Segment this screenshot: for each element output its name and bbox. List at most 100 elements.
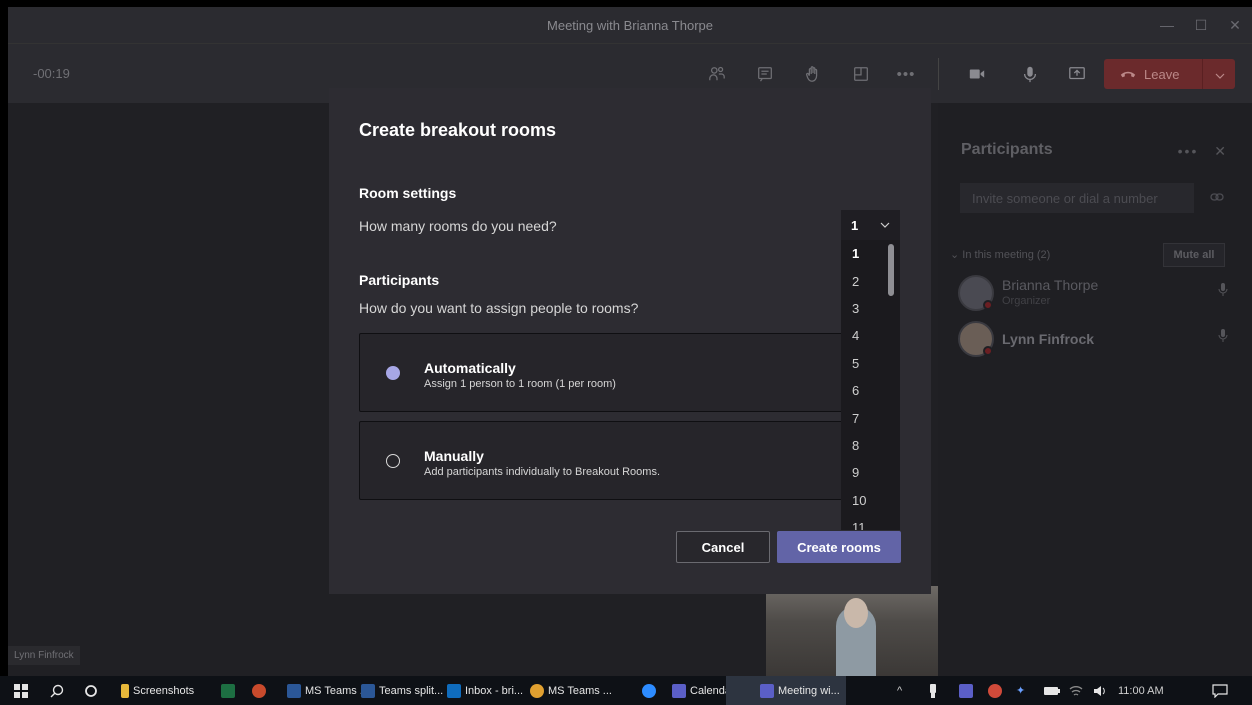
notifications-icon[interactable]	[1212, 676, 1228, 705]
chevron-down-icon	[880, 219, 890, 231]
folder-icon	[121, 683, 129, 698]
status-dot	[983, 300, 993, 310]
room-count-option[interactable]: 11	[841, 514, 900, 530]
usb-icon[interactable]	[929, 676, 937, 705]
search-icon[interactable]	[50, 676, 64, 705]
leave-button[interactable]: Leave	[1104, 59, 1235, 89]
dialog-title: Create breakout rooms	[359, 120, 557, 140]
room-count-option[interactable]: 8	[841, 432, 900, 459]
taskbar-app[interactable]	[642, 676, 660, 705]
room-count-option[interactable]: 7	[841, 404, 900, 431]
microphone-icon[interactable]	[1018, 62, 1042, 86]
outlook-icon	[447, 683, 461, 698]
room-count-value: 1	[851, 217, 859, 233]
more-options-icon[interactable]: •••	[1178, 143, 1199, 159]
teams-icon	[760, 683, 774, 698]
participant-row[interactable]: Lynn Finfrock	[958, 321, 1238, 361]
battery-icon[interactable]	[1044, 676, 1060, 705]
mute-all-button[interactable]: Mute all	[1163, 243, 1225, 267]
windows-taskbar: Screenshots MS Teams ... Teams split... …	[0, 676, 1252, 705]
taskbar-app-active[interactable]: Meeting wi...	[726, 676, 846, 705]
toolbar-divider	[938, 58, 939, 90]
room-count-option[interactable]: 9	[841, 459, 900, 486]
volume-icon[interactable]	[1093, 676, 1107, 705]
word-icon	[287, 683, 301, 698]
powerpoint-icon	[252, 683, 266, 698]
teams-tray-icon[interactable]	[959, 676, 977, 705]
excel-icon	[221, 683, 235, 698]
teams-icon	[672, 683, 686, 698]
option-title: Automatically	[424, 360, 516, 376]
hang-up-icon	[1120, 67, 1136, 82]
taskbar-app[interactable]: Inbox - bri...	[447, 676, 523, 705]
share-screen-icon[interactable]	[1065, 62, 1089, 86]
taskbar-app-label: MS Teams ...	[548, 684, 612, 697]
automatic-option[interactable]: Automatically Assign 1 person to 1 room …	[359, 333, 871, 412]
teams-icon	[959, 683, 973, 698]
panel-actions: ••• ✕	[1178, 143, 1228, 160]
in-meeting-label: In this meeting (2)	[962, 249, 1051, 261]
option-description: Assign 1 person to 1 room (1 per room)	[424, 378, 616, 390]
clock[interactable]: 11:00 AM	[1118, 676, 1164, 705]
taskbar-app[interactable]: MS Teams ...	[287, 676, 369, 705]
radio-unselected[interactable]	[386, 454, 400, 468]
room-count-option[interactable]: 5	[841, 350, 900, 377]
taskbar-app[interactable]: Teams split...	[361, 676, 443, 705]
avatar	[958, 275, 994, 311]
close-window-button[interactable]: ✕	[1218, 17, 1252, 34]
link-icon[interactable]	[1210, 191, 1224, 205]
video-person-head	[844, 598, 868, 628]
taskbar-app-label: Screenshots	[133, 684, 195, 697]
microphone-icon	[1218, 329, 1228, 348]
participant-name: Brianna Thorpe	[1002, 277, 1099, 293]
in-meeting-section[interactable]: ⌄ In this meeting (2)	[950, 248, 1050, 261]
dropdown-scrollbar[interactable]	[888, 244, 894, 296]
security-tray-icon[interactable]	[988, 676, 1006, 705]
microphone-icon	[1218, 283, 1228, 302]
room-count-option[interactable]: 4	[841, 322, 900, 349]
radio-selected[interactable]	[386, 366, 400, 380]
assign-question: How do you want to assign people to room…	[359, 300, 639, 316]
chevron-down-icon: ⌄	[950, 249, 963, 261]
chevron-down-icon[interactable]	[1215, 67, 1225, 82]
leave-divider	[1202, 59, 1203, 89]
maximize-button[interactable]: ☐	[1184, 17, 1218, 34]
room-settings-heading: Room settings	[359, 185, 457, 201]
taskbar-app[interactable]: MS Teams ...	[530, 676, 612, 705]
chat-icon[interactable]	[753, 62, 777, 86]
room-count-option[interactable]: 3	[841, 295, 900, 322]
more-actions-icon[interactable]: •••	[894, 62, 918, 86]
window-title: Meeting with Brianna Thorpe	[547, 17, 713, 33]
manual-option[interactable]: Manually Add participants individually t…	[359, 421, 871, 500]
create-rooms-button[interactable]: Create rooms	[777, 531, 901, 563]
word-icon	[361, 683, 375, 698]
room-count-option[interactable]: 10	[841, 487, 900, 514]
taskbar-app-label: Teams split...	[379, 684, 444, 697]
taskbar-app[interactable]	[252, 676, 270, 705]
taskbar-app-label: Inbox - bri...	[465, 684, 524, 697]
name-badge: Lynn Finfrock	[8, 646, 80, 665]
breakout-rooms-icon[interactable]	[849, 62, 873, 86]
close-panel-icon[interactable]: ✕	[1214, 143, 1228, 159]
taskbar-app[interactable]: Screenshots	[121, 676, 194, 705]
chevron-up-icon[interactable]: ^	[897, 676, 902, 705]
minimize-button[interactable]: —	[1150, 17, 1184, 33]
participants-panel: Participants ••• ✕ Invite someone or dia…	[938, 103, 1252, 676]
dropbox-icon[interactable]: ✦	[1016, 676, 1025, 705]
taskbar-app[interactable]	[221, 676, 239, 705]
cortana-icon[interactable]	[84, 676, 98, 705]
participant-role: Organizer	[1002, 295, 1051, 307]
participants-icon[interactable]	[705, 62, 729, 86]
chrome-icon	[530, 683, 544, 698]
cancel-button[interactable]: Cancel	[676, 531, 770, 563]
room-count-option[interactable]: 6	[841, 377, 900, 404]
camera-icon[interactable]	[965, 62, 989, 86]
raise-hand-icon[interactable]	[801, 62, 825, 86]
start-icon[interactable]	[14, 676, 28, 705]
window-controls: — ☐ ✕	[1150, 7, 1252, 43]
invite-input[interactable]: Invite someone or dial a number	[960, 183, 1194, 213]
wifi-icon[interactable]	[1069, 676, 1083, 705]
status-dot	[983, 346, 993, 356]
participant-row[interactable]: Brianna Thorpe Organizer	[958, 275, 1238, 315]
room-count-select[interactable]: 1	[841, 210, 900, 240]
